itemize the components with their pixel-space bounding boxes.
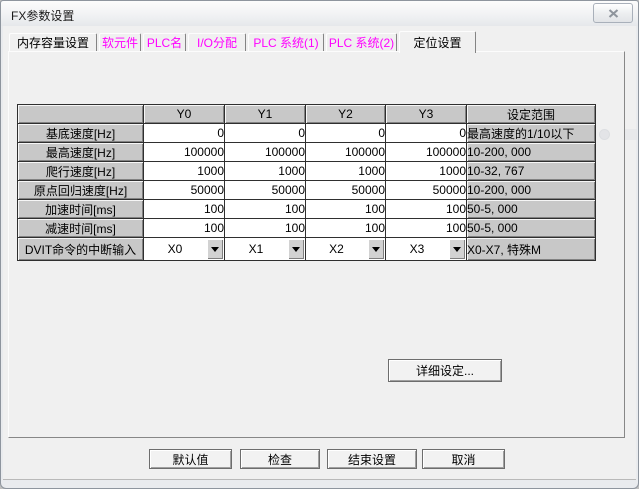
table-row: 加速时间[ms]10010010010050-5, 000 — [18, 200, 596, 219]
chevron-down-icon[interactable] — [207, 239, 223, 259]
param-value-cell[interactable]: 100000 — [306, 143, 386, 162]
param-value-cell[interactable]: 100000 — [144, 143, 225, 162]
combobox-value: X0 — [144, 238, 206, 260]
dvit-cell-y2: X2 — [306, 238, 386, 261]
param-value-cell[interactable]: 50000 — [386, 181, 467, 200]
param-value-cell[interactable]: 1000 — [144, 162, 225, 181]
column-header-0 — [18, 105, 144, 124]
param-value-cell[interactable]: 1000 — [386, 162, 467, 181]
default-button[interactable]: 默认值 — [149, 449, 232, 469]
dvit-combobox-y0[interactable]: X0 — [144, 238, 224, 260]
column-header-1: Y0 — [144, 105, 225, 124]
check-button[interactable]: 检查 — [240, 449, 320, 469]
dvit-combobox-y1[interactable]: X1 — [225, 238, 305, 260]
dropdown-arrow-glyph — [372, 247, 380, 252]
title-bar: FX参数设置 — [1, 1, 638, 26]
tab-item-6[interactable]: 定位设置 — [399, 31, 476, 53]
param-value-cell[interactable]: 100 — [386, 219, 467, 238]
row-label: 减速时间[ms] — [18, 219, 144, 238]
param-value-cell[interactable]: 0 — [225, 124, 306, 143]
table-row: 原点回归速度[Hz]5000050000500005000010-200, 00… — [18, 181, 596, 200]
param-value-cell[interactable]: 100 — [386, 200, 467, 219]
row-label: 加速时间[ms] — [18, 200, 144, 219]
setting-range-cell: 50-5, 000 — [467, 200, 596, 219]
dropdown-arrow-glyph — [211, 247, 219, 252]
detail-settings-button[interactable]: 详细设定... — [388, 359, 502, 382]
param-value-cell[interactable]: 100 — [306, 200, 386, 219]
param-value-cell[interactable]: 50000 — [306, 181, 386, 200]
row-label: DVIT命令的中断输入 — [18, 238, 144, 261]
param-value-cell[interactable]: 50000 — [225, 181, 306, 200]
finish-setting-button[interactable]: 结束设置 — [327, 449, 417, 469]
param-table: Y0Y1Y2Y3设定范围基底速度[Hz]0000最高速度的1/10以下最高速度[… — [17, 104, 596, 261]
table-row: 减速时间[ms]10010010010050-5, 000 — [18, 219, 596, 238]
column-header-3: Y2 — [306, 105, 386, 124]
column-header-2: Y1 — [225, 105, 306, 124]
close-icon — [608, 9, 619, 18]
tab-item-4[interactable]: PLC 系统(1) — [248, 33, 324, 51]
tab-item-1[interactable]: 软元件 — [99, 33, 141, 51]
setting-range-cell: 10-200, 000 — [467, 181, 596, 200]
param-value-cell[interactable]: 100 — [144, 200, 225, 219]
param-value-cell[interactable]: 1000 — [225, 162, 306, 181]
tab-item-3[interactable]: I/O分配 — [188, 33, 246, 51]
tab-item-5[interactable]: PLC 系统(2) — [326, 33, 397, 51]
row-label: 原点回归速度[Hz] — [18, 181, 144, 200]
param-value-cell[interactable]: 100000 — [386, 143, 467, 162]
param-value-cell[interactable]: 100000 — [225, 143, 306, 162]
param-value-cell[interactable]: 0 — [386, 124, 467, 143]
close-button[interactable] — [593, 3, 633, 23]
param-value-cell[interactable]: 100 — [225, 219, 306, 238]
param-value-cell[interactable]: 100 — [306, 219, 386, 238]
ghost-artifact — [625, 129, 637, 140]
combobox-value: X1 — [225, 238, 287, 260]
tab-item-2[interactable]: PLC名 — [143, 33, 186, 51]
column-header-5: 设定范围 — [467, 105, 596, 124]
fx-parameter-dialog: FX参数设置 内存容量设置软元件PLC名I/O分配PLC 系统(1)PLC 系统… — [0, 0, 639, 489]
param-value-cell[interactable]: 0 — [306, 124, 386, 143]
dropdown-arrow-glyph — [292, 247, 300, 252]
dvit-combobox-y3[interactable]: X3 — [386, 238, 466, 260]
setting-range-cell: 10-200, 000 — [467, 143, 596, 162]
dialog-client-area: 内存容量设置软元件PLC名I/O分配PLC 系统(1)PLC 系统(2)定位设置… — [3, 26, 636, 479]
chevron-down-icon[interactable] — [449, 239, 465, 259]
row-label: 基底速度[Hz] — [18, 124, 144, 143]
dvit-cell-y3: X3 — [386, 238, 467, 261]
param-value-cell[interactable]: 100 — [225, 200, 306, 219]
combobox-value: X3 — [386, 238, 448, 260]
window-title: FX参数设置 — [11, 7, 74, 24]
tab-bar: 内存容量设置软元件PLC名I/O分配PLC 系统(1)PLC 系统(2)定位设置 — [9, 31, 478, 51]
cancel-button[interactable]: 取消 — [422, 449, 505, 469]
param-value-cell[interactable]: 50000 — [144, 181, 225, 200]
row-label: 爬行速度[Hz] — [18, 162, 144, 181]
setting-range-cell: 最高速度的1/10以下 — [467, 124, 596, 143]
combobox-value: X2 — [306, 238, 367, 260]
dvit-combobox-y2[interactable]: X2 — [306, 238, 385, 260]
setting-range-cell: 50-5, 000 — [467, 219, 596, 238]
ghost-artifact — [599, 129, 610, 140]
chevron-down-icon[interactable] — [288, 239, 304, 259]
table-row: 最高速度[Hz]10000010000010000010000010-200, … — [18, 143, 596, 162]
tab-item-0[interactable]: 内存容量设置 — [9, 33, 97, 51]
setting-range-cell: 10-32, 767 — [467, 162, 596, 181]
row-label: 最高速度[Hz] — [18, 143, 144, 162]
table-row: 爬行速度[Hz]100010001000100010-32, 767 — [18, 162, 596, 181]
dvit-cell-y1: X1 — [225, 238, 306, 261]
column-header-4: Y3 — [386, 105, 467, 124]
dvit-cell-y0: X0 — [144, 238, 225, 261]
param-value-cell[interactable]: 0 — [144, 124, 225, 143]
table-row: 基底速度[Hz]0000最高速度的1/10以下 — [18, 124, 596, 143]
param-value-cell[interactable]: 1000 — [306, 162, 386, 181]
setting-range-cell: X0-X7, 特殊M — [467, 238, 596, 261]
table-row: DVIT命令的中断输入X0 X1 X2 X3 X0-X7, 特殊M — [18, 238, 596, 261]
param-value-cell[interactable]: 100 — [144, 219, 225, 238]
chevron-down-icon[interactable] — [368, 239, 384, 259]
dropdown-arrow-glyph — [453, 247, 461, 252]
